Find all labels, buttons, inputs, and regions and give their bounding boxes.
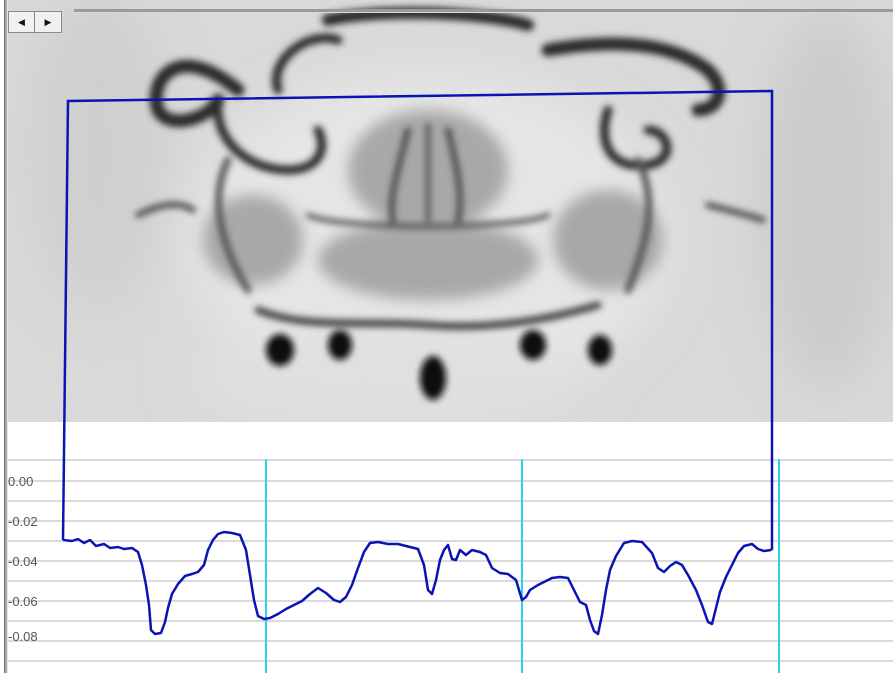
y-axis-tick-labels: 0.00 -0.02 -0.04 -0.06 -0.08 — [8, 474, 38, 644]
y-tick-label: -0.08 — [8, 629, 38, 644]
y-tick-label: -0.04 — [8, 554, 38, 569]
profile-plot: 0.00 -0.02 -0.04 -0.06 -0.08 — [8, 89, 893, 673]
y-tick-label: 0.00 — [8, 474, 33, 489]
y-tick-label: -0.02 — [8, 514, 38, 529]
y-tick-label: -0.06 — [8, 594, 38, 609]
profile-line — [62, 530, 772, 636]
